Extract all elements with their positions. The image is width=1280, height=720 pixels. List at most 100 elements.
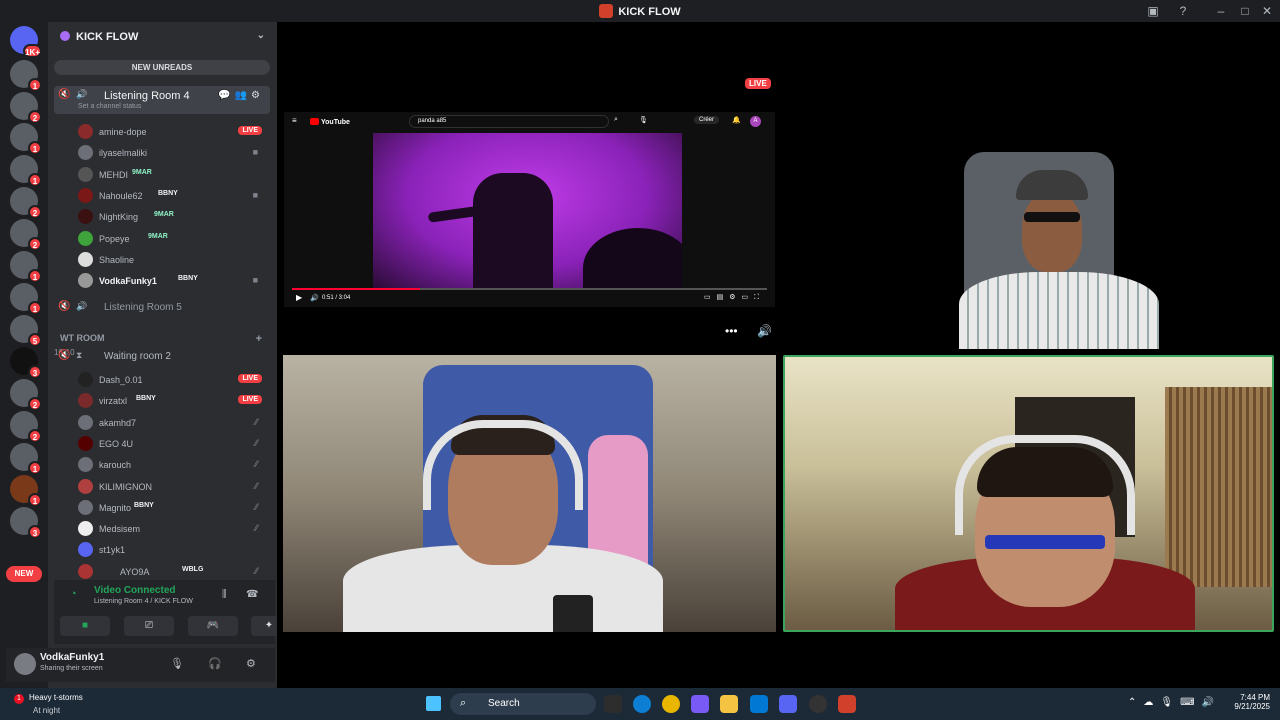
- avatar[interactable]: [14, 653, 36, 675]
- volume-icon[interactable]: 🔊: [757, 324, 772, 338]
- avatar: [78, 372, 93, 387]
- list-item[interactable]: Nahoule62 BBNY ■: [74, 186, 270, 206]
- username[interactable]: VodkaFunky1: [40, 652, 104, 663]
- list-item[interactable]: Magnito BBNY ⁄⁄: [74, 498, 270, 518]
- server-icon[interactable]: 2: [10, 219, 42, 251]
- avatar: [78, 124, 93, 139]
- deafened-icon: ⁄⁄: [254, 523, 258, 533]
- speaker-icon: 🔊: [76, 89, 88, 99]
- server-icon[interactable]: 1: [10, 283, 42, 315]
- store-icon[interactable]: [750, 695, 768, 713]
- guild-icon: [60, 31, 70, 41]
- add-channel-icon[interactable]: +: [256, 333, 262, 345]
- maximize-button[interactable]: □: [1236, 2, 1254, 20]
- list-item[interactable]: Medsisem ⁄⁄: [74, 519, 270, 539]
- server-icon[interactable]: 2: [10, 411, 42, 443]
- channel-actions[interactable]: 💬👥⚙: [218, 90, 264, 101]
- avatar: [78, 521, 93, 536]
- taskbar-search[interactable]: ⌕ Search: [450, 693, 596, 715]
- list-item[interactable]: Dash_0.01 LIVE: [74, 370, 270, 390]
- youtube-player-controls: ▶ 🔊 0:51 / 3:04 ▭▤⚙▭⛶: [284, 288, 775, 307]
- start-button[interactable]: [426, 696, 441, 711]
- task-view-icon[interactable]: [604, 695, 622, 713]
- close-button[interactable]: ✕: [1258, 2, 1276, 20]
- list-item[interactable]: KILIMIGNON ⁄⁄: [74, 477, 270, 497]
- list-item[interactable]: NightKing 9MAR: [74, 207, 270, 227]
- list-item[interactable]: EGO 4U ⁄⁄: [74, 434, 270, 454]
- live-badge: LIVE: [238, 374, 262, 383]
- more-options-icon[interactable]: •••: [725, 324, 738, 338]
- server-icon[interactable]: 1: [10, 155, 42, 187]
- avatar: [78, 393, 93, 408]
- list-item[interactable]: karouch ⁄⁄: [74, 455, 270, 475]
- video-tile-webcam-left[interactable]: [283, 355, 776, 632]
- chrome-icon[interactable]: [662, 695, 680, 713]
- noise-suppression-icon[interactable]: ⫼: [222, 589, 227, 600]
- youtube-header: ≡ YouTube panda a85 ⌕ 🎙 Créer 🔔 A: [284, 112, 775, 132]
- list-item[interactable]: ilyaselmaliki ■: [74, 143, 270, 163]
- direct-messages-button[interactable]: 1K+: [10, 26, 42, 58]
- deafened-icon: ⁄⁄: [254, 566, 258, 576]
- server-icon[interactable]: 2: [10, 187, 42, 219]
- channel-status[interactable]: Set a channel status: [78, 103, 141, 110]
- list-item[interactable]: amine-dope LIVE: [74, 122, 270, 142]
- copilot-icon[interactable]: [691, 695, 709, 713]
- deafened-icon: ⁄⁄: [254, 502, 258, 512]
- inbox-icon[interactable]: ▣: [1144, 2, 1162, 20]
- new-unreads-bar[interactable]: NEW UNREADS: [54, 60, 270, 75]
- app-icon[interactable]: [809, 695, 827, 713]
- list-item[interactable]: MEHDI 9MAR: [74, 165, 270, 185]
- tile-controls: ••• 🔊: [725, 324, 772, 338]
- windows-taskbar: 1 Heavy t-storms At night ⌕ Search ⌃☁🎙⌨🔊 7…: [0, 688, 1280, 720]
- system-tray[interactable]: ⌃☁🎙⌨🔊: [1128, 697, 1221, 708]
- clock[interactable]: 7:44 PM 9/21/2025: [1226, 693, 1270, 711]
- search-icon: ⌕: [460, 697, 467, 709]
- minimize-button[interactable]: –: [1212, 2, 1230, 20]
- list-item[interactable]: VodkaFunky1 BBNY ■: [74, 271, 270, 291]
- camera-button[interactable]: ■: [60, 616, 110, 636]
- discord-icon[interactable]: [779, 695, 797, 713]
- weather-alert-badge: 1: [14, 694, 24, 704]
- server-icon[interactable]: 1: [10, 60, 42, 92]
- server-icon[interactable]: 1: [10, 475, 42, 507]
- voice-status[interactable]: Video Connected: [94, 585, 176, 596]
- server-icon[interactable]: 3: [10, 507, 42, 539]
- channel-waiting-room-2[interactable]: 🔇 ⧗ Waiting room 2 10 10: [54, 347, 270, 367]
- server-icon[interactable]: 1: [10, 251, 42, 283]
- list-item[interactable]: st1yk1: [74, 540, 270, 560]
- server-icon[interactable]: 2: [10, 92, 42, 124]
- file-explorer-icon[interactable]: [720, 695, 738, 713]
- server-icon[interactable]: 1: [10, 123, 42, 155]
- channel-listening-room-4[interactable]: 🔇 🔊 Listening Room 4 Set a channel statu…: [54, 86, 270, 114]
- guild-header[interactable]: KICK FLOW ⌄: [48, 22, 277, 52]
- screen-share-tile[interactable]: ≡ YouTube panda a85 ⌕ 🎙 Créer 🔔 A ▶ 🔊 0:…: [284, 112, 775, 307]
- activity-button[interactable]: 🎮: [188, 616, 238, 636]
- screen-share-button[interactable]: ⎚: [124, 616, 174, 636]
- play-icon: ▶: [296, 293, 303, 302]
- help-icon[interactable]: ?: [1174, 2, 1192, 20]
- kick-flow-icon[interactable]: [838, 695, 856, 713]
- live-badge: LIVE: [745, 78, 771, 89]
- headphones-icon[interactable]: 🎧: [208, 657, 222, 670]
- server-icon[interactable]: 2: [10, 379, 42, 411]
- weather-widget[interactable]: 1 Heavy t-storms At night: [14, 693, 83, 715]
- avatar: [78, 500, 93, 515]
- server-icon[interactable]: 5: [10, 315, 42, 347]
- player-settings-icons: ▭▤⚙▭⛶: [703, 294, 765, 301]
- list-item[interactable]: Shaoline: [74, 250, 270, 270]
- server-icon[interactable]: 3: [10, 347, 42, 379]
- microphone-icon[interactable]: 🎙: [170, 657, 184, 670]
- new-servers-pill[interactable]: NEW: [6, 566, 42, 582]
- server-icon[interactable]: 1: [10, 443, 42, 475]
- list-item[interactable]: akamhd7 ⁄⁄: [74, 413, 270, 433]
- list-item[interactable]: virzatxl BBNY LIVE: [74, 391, 270, 411]
- voice-location[interactable]: Listening Room 4 / KICK FLOW: [94, 598, 193, 605]
- disconnect-icon[interactable]: ☎: [246, 589, 258, 600]
- edge-icon[interactable]: [633, 695, 651, 713]
- gear-icon[interactable]: ⚙: [246, 657, 256, 670]
- video-tile-webcam-right[interactable]: [783, 355, 1274, 632]
- list-item[interactable]: Popeye 9MAR: [74, 229, 270, 249]
- video-tile-webcam-top[interactable]: [934, 112, 1184, 349]
- channel-listening-room-5[interactable]: 🔇 🔊 Listening Room 5: [54, 298, 270, 318]
- list-item[interactable]: AYO9A WBLG ⁄⁄: [74, 562, 270, 582]
